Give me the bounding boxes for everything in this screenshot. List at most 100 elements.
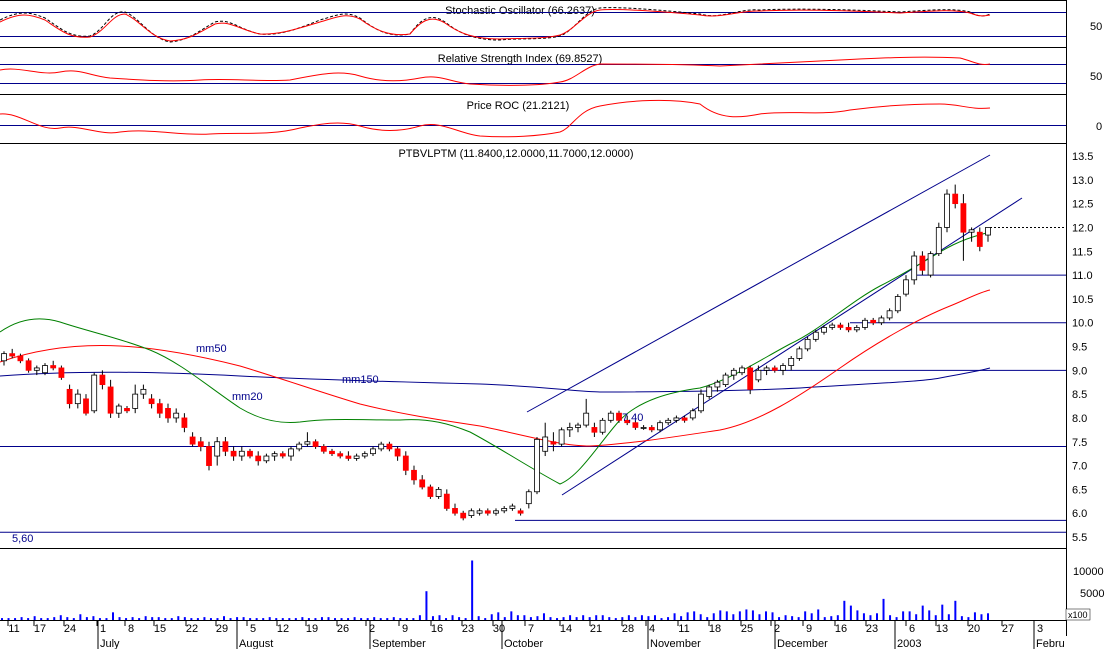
candle-body bbox=[525, 491, 532, 505]
x-tick-label: 6 bbox=[909, 623, 915, 635]
mm50-line bbox=[0, 289, 991, 447]
candle-body bbox=[484, 510, 491, 514]
candle-body bbox=[74, 393, 81, 405]
candle-body bbox=[230, 450, 237, 457]
candle-body bbox=[42, 365, 48, 374]
candle-body bbox=[50, 365, 57, 369]
x-tick-label: 15 bbox=[154, 623, 166, 635]
candle-body bbox=[1, 353, 7, 362]
candle-body bbox=[247, 450, 253, 457]
candle-body bbox=[911, 255, 918, 281]
x-tick-label: 8 bbox=[128, 623, 134, 635]
candle-body bbox=[550, 441, 557, 445]
x-tick-label: 22 bbox=[186, 623, 198, 635]
price-tick: 8.5 bbox=[1072, 389, 1087, 401]
candle-body bbox=[124, 408, 130, 412]
candle-body bbox=[435, 488, 442, 497]
candle-body bbox=[460, 512, 467, 519]
candle-body bbox=[657, 422, 663, 431]
x-tick-label: 24 bbox=[64, 623, 76, 635]
x-tick-label: 9 bbox=[806, 623, 812, 635]
candle-body bbox=[443, 493, 450, 509]
candle-body bbox=[132, 393, 139, 409]
price-tick: 7.5 bbox=[1072, 437, 1087, 449]
x-tick-label: 21 bbox=[590, 623, 602, 635]
price-tick: 9.0 bbox=[1072, 365, 1087, 377]
candle-body bbox=[689, 410, 696, 419]
candle-body bbox=[386, 443, 393, 450]
candle-body bbox=[9, 353, 16, 357]
price-tick: 13.0 bbox=[1072, 175, 1093, 187]
candle-body bbox=[558, 429, 565, 445]
candle-body bbox=[181, 417, 188, 428]
candle-body bbox=[575, 424, 581, 428]
month-label: November bbox=[650, 638, 701, 649]
x-axis-months: July August September October November Decemb… bbox=[97, 620, 1065, 649]
candle-body bbox=[534, 438, 540, 493]
price-tick: 5.5 bbox=[1072, 532, 1087, 544]
volume-tick-5000: 5000 bbox=[1080, 588, 1104, 600]
candle-body bbox=[886, 310, 893, 319]
price-axis-ticks: 13.5 13.0 12.5 12.0 11.5 11.0 10.5 10.0 9.5 9.0 8.… bbox=[1072, 151, 1093, 544]
volume-tick-10000: 10000 bbox=[1073, 566, 1104, 578]
price-tick: 8.0 bbox=[1072, 413, 1087, 425]
candle-body bbox=[968, 229, 975, 233]
support-740-annotation: 7,40 bbox=[622, 412, 643, 424]
candle-body bbox=[58, 367, 65, 378]
price-tick: 10.5 bbox=[1072, 294, 1093, 306]
support-560-annotation: 5,60 bbox=[12, 533, 33, 545]
volume-bars bbox=[1, 560, 989, 620]
candle-body bbox=[517, 510, 524, 514]
stoch-label: Stochastic Oscillator (66.2637) bbox=[445, 5, 595, 17]
candle-body bbox=[337, 453, 344, 457]
candle-body bbox=[222, 441, 229, 452]
candle-body bbox=[25, 360, 32, 371]
price-label: PTBVLPTM (11.8400,12.0000,11.7000,12.000… bbox=[398, 148, 633, 160]
candle-body bbox=[903, 279, 909, 295]
candle-body bbox=[99, 374, 106, 386]
rsi-label: Relative Strength Index (69.8527) bbox=[438, 53, 603, 65]
candle-body bbox=[288, 448, 294, 457]
x-tick-label: 26 bbox=[337, 623, 349, 635]
roc-label: Price ROC (21.2121) bbox=[467, 100, 570, 112]
month-label: 2003 bbox=[897, 638, 921, 649]
candle-body bbox=[591, 427, 598, 433]
x-tick-label: 16 bbox=[835, 623, 847, 635]
candle-body bbox=[878, 317, 885, 324]
price-tick: 11.5 bbox=[1072, 246, 1093, 258]
candle-body bbox=[83, 398, 89, 414]
x-tick-label: 7 bbox=[528, 623, 534, 635]
price-tick: 13.5 bbox=[1072, 151, 1093, 163]
candle-body bbox=[747, 367, 754, 390]
month-label: October bbox=[504, 638, 543, 649]
candle-body bbox=[788, 358, 795, 366]
candle-body bbox=[607, 412, 614, 421]
candle-body bbox=[17, 355, 24, 362]
candle-body bbox=[665, 419, 672, 424]
candle-body bbox=[214, 441, 221, 457]
x-tick-label: 5 bbox=[250, 623, 256, 635]
candle-body bbox=[976, 231, 983, 247]
month-label: August bbox=[239, 638, 273, 649]
candle-body bbox=[255, 455, 262, 462]
x-tick-label: 4 bbox=[649, 623, 655, 635]
month-label: Febru bbox=[1036, 638, 1065, 649]
x-tick-label: 28 bbox=[622, 623, 634, 635]
candles bbox=[1, 184, 991, 521]
candle-body bbox=[796, 348, 803, 359]
x-tick-label: 29 bbox=[216, 623, 228, 635]
x-tick-label: 16 bbox=[431, 623, 443, 635]
candle-body bbox=[427, 486, 434, 497]
candle-body bbox=[115, 405, 122, 414]
x-tick-label: 9 bbox=[402, 623, 408, 635]
candle-body bbox=[197, 441, 204, 447]
candle-body bbox=[722, 374, 729, 386]
candle-body bbox=[542, 436, 549, 452]
candle-body bbox=[862, 319, 868, 328]
candle-body bbox=[616, 412, 622, 421]
candle-body bbox=[944, 193, 950, 228]
candle-body bbox=[821, 327, 827, 333]
mm150-annotation: mm150 bbox=[342, 374, 379, 386]
candle-body bbox=[296, 443, 303, 450]
candle-body bbox=[419, 479, 426, 488]
